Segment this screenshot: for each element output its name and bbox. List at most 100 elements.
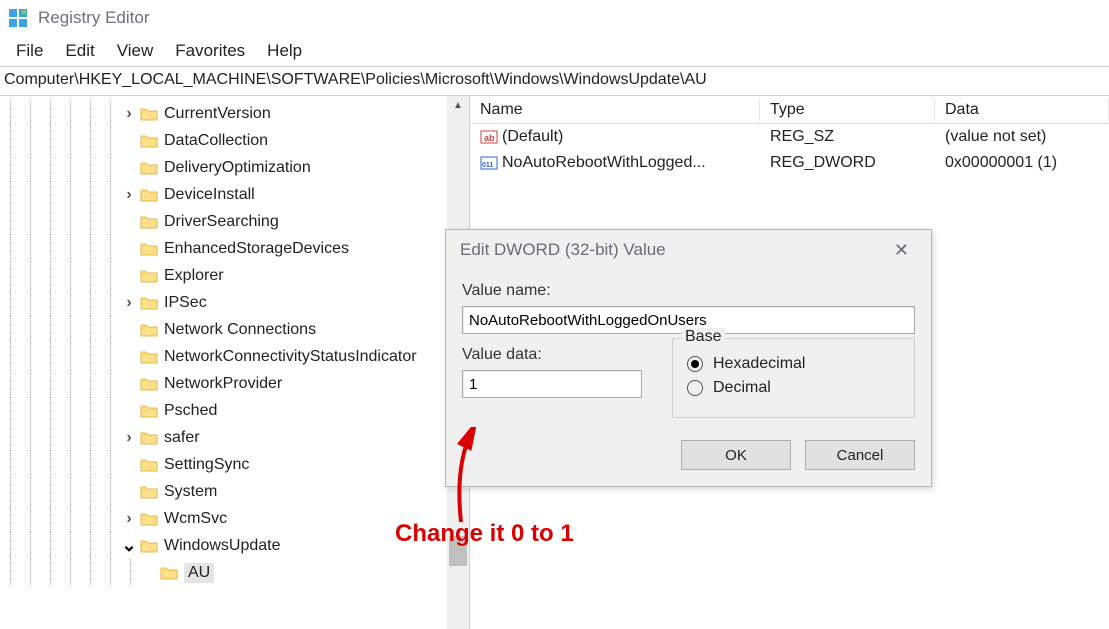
tree-item[interactable]: EnhancedStorageDevices [0, 235, 469, 262]
tree-item[interactable]: SettingSync [0, 451, 469, 478]
string-value-icon: ab [480, 128, 498, 146]
base-group: Base Hexadecimal Decimal [672, 338, 915, 418]
base-legend: Base [681, 328, 725, 346]
menu-edit[interactable]: Edit [55, 39, 104, 63]
folder-icon [140, 133, 158, 148]
tree-item[interactable]: Psched [0, 397, 469, 424]
header-name[interactable]: Name [470, 99, 760, 121]
tree-item[interactable]: DriverSearching [0, 208, 469, 235]
tree-item[interactable]: System [0, 478, 469, 505]
value-data: (value not set) [935, 128, 1109, 146]
ok-button[interactable]: OK [681, 440, 791, 470]
window-title: Registry Editor [38, 8, 149, 28]
radio-icon [687, 356, 703, 372]
chevron-down-icon[interactable]: ⌄ [120, 535, 138, 556]
dialog-title: Edit DWORD (32-bit) Value [460, 240, 666, 260]
cancel-button[interactable]: Cancel [805, 440, 915, 470]
tree-item-label: DeliveryOptimization [164, 159, 311, 177]
chevron-right-icon[interactable]: › [120, 186, 138, 204]
chevron-right-icon[interactable]: › [120, 429, 138, 447]
folder-icon [140, 403, 158, 418]
folder-icon [140, 538, 158, 553]
tree-item-label: WcmSvc [164, 510, 227, 528]
tree-item[interactable]: › IPSec [0, 289, 469, 316]
tree-item[interactable]: › DeviceInstall [0, 181, 469, 208]
value-data-field[interactable] [462, 370, 642, 398]
value-row[interactable]: 011NoAutoRebootWithLogged...REG_DWORD0x0… [470, 150, 1109, 176]
dword-value-icon: 011 [480, 154, 498, 172]
tree-item-label: CurrentVersion [164, 105, 271, 123]
folder-icon [140, 376, 158, 391]
chevron-right-icon[interactable]: › [120, 105, 138, 123]
radio-icon [687, 380, 703, 396]
chevron-right-icon[interactable]: › [120, 294, 138, 312]
header-type[interactable]: Type [760, 99, 935, 121]
menu-favorites[interactable]: Favorites [165, 39, 255, 63]
tree-item[interactable]: Explorer [0, 262, 469, 289]
scroll-up-icon[interactable]: ▲ [447, 96, 469, 114]
tree-item-label: System [164, 483, 217, 501]
folder-icon [140, 457, 158, 472]
folder-icon [140, 241, 158, 256]
svg-text:011: 011 [482, 162, 493, 169]
radio-hex-label: Hexadecimal [713, 355, 805, 373]
tree-item[interactable]: › safer [0, 424, 469, 451]
tree-item-label: SettingSync [164, 456, 249, 474]
folder-icon [140, 322, 158, 337]
tree-item[interactable]: Network Connections [0, 316, 469, 343]
tree-item-label: AU [184, 563, 214, 583]
chevron-right-icon[interactable]: › [120, 510, 138, 528]
folder-icon [140, 484, 158, 499]
radio-dec-label: Decimal [713, 379, 771, 397]
folder-icon [140, 349, 158, 364]
menubar: File Edit View Favorites Help [0, 36, 1109, 66]
tree-pane: › CurrentVersion DataCollection DeliveryOpt… [0, 96, 470, 629]
tree-item-label: safer [164, 429, 200, 447]
dialog-titlebar[interactable]: Edit DWORD (32-bit) Value ✕ [446, 230, 931, 270]
tree-item-label: DriverSearching [164, 213, 279, 231]
titlebar: Registry Editor [0, 0, 1109, 36]
folder-icon [140, 268, 158, 283]
folder-icon [140, 106, 158, 121]
value-data: 0x00000001 (1) [935, 154, 1109, 172]
folder-icon [140, 160, 158, 175]
tree-item-label: IPSec [164, 294, 207, 312]
menu-view[interactable]: View [107, 39, 164, 63]
tree-item-label: NetworkConnectivityStatusIndicator [164, 348, 417, 366]
menu-file[interactable]: File [6, 39, 53, 63]
value-row[interactable]: ab (Default) REG_SZ(value not set) [470, 124, 1109, 150]
folder-icon [160, 565, 178, 580]
address-path: Computer\HKEY_LOCAL_MACHINE\SOFTWARE\Pol… [4, 71, 707, 88]
tree-item-label: Network Connections [164, 321, 316, 339]
close-icon[interactable]: ✕ [886, 236, 917, 265]
list-rows: ab (Default) REG_SZ(value not set) 011 NoAut… [470, 124, 1109, 176]
tree-item[interactable]: DataCollection [0, 127, 469, 154]
tree-item[interactable]: › CurrentVersion [0, 100, 469, 127]
tree-item-label: WindowsUpdate [164, 537, 281, 555]
radio-hexadecimal[interactable]: Hexadecimal [687, 355, 900, 373]
folder-icon [140, 187, 158, 202]
list-header[interactable]: Name Type Data [470, 96, 1109, 124]
edit-dword-dialog: Edit DWORD (32-bit) Value ✕ Value name: … [445, 229, 932, 487]
svg-text:ab: ab [484, 133, 495, 143]
tree-item[interactable]: NetworkConnectivityStatusIndicator [0, 343, 469, 370]
folder-icon [140, 214, 158, 229]
tree-item-label: DeviceInstall [164, 186, 255, 204]
folder-icon [140, 511, 158, 526]
tree-item[interactable]: DeliveryOptimization [0, 154, 469, 181]
value-name: NoAutoRebootWithLogged... [502, 154, 706, 171]
menu-help[interactable]: Help [257, 39, 312, 63]
tree-item[interactable]: AU [0, 559, 469, 586]
tree-item-label: Explorer [164, 267, 224, 285]
annotation-text: Change it 0 to 1 [395, 520, 574, 548]
radio-decimal[interactable]: Decimal [687, 379, 900, 397]
value-name-label: Value name: [462, 282, 915, 300]
tree-item[interactable]: NetworkProvider [0, 370, 469, 397]
tree-item-label: Psched [164, 402, 217, 420]
registry-tree[interactable]: › CurrentVersion DataCollection DeliveryOpt… [0, 96, 469, 586]
folder-icon [140, 430, 158, 445]
address-bar[interactable]: Computer\HKEY_LOCAL_MACHINE\SOFTWARE\Pol… [0, 66, 1109, 96]
header-data[interactable]: Data [935, 99, 1109, 121]
value-name: (Default) [502, 128, 563, 145]
value-type: REG_SZ [760, 128, 935, 146]
